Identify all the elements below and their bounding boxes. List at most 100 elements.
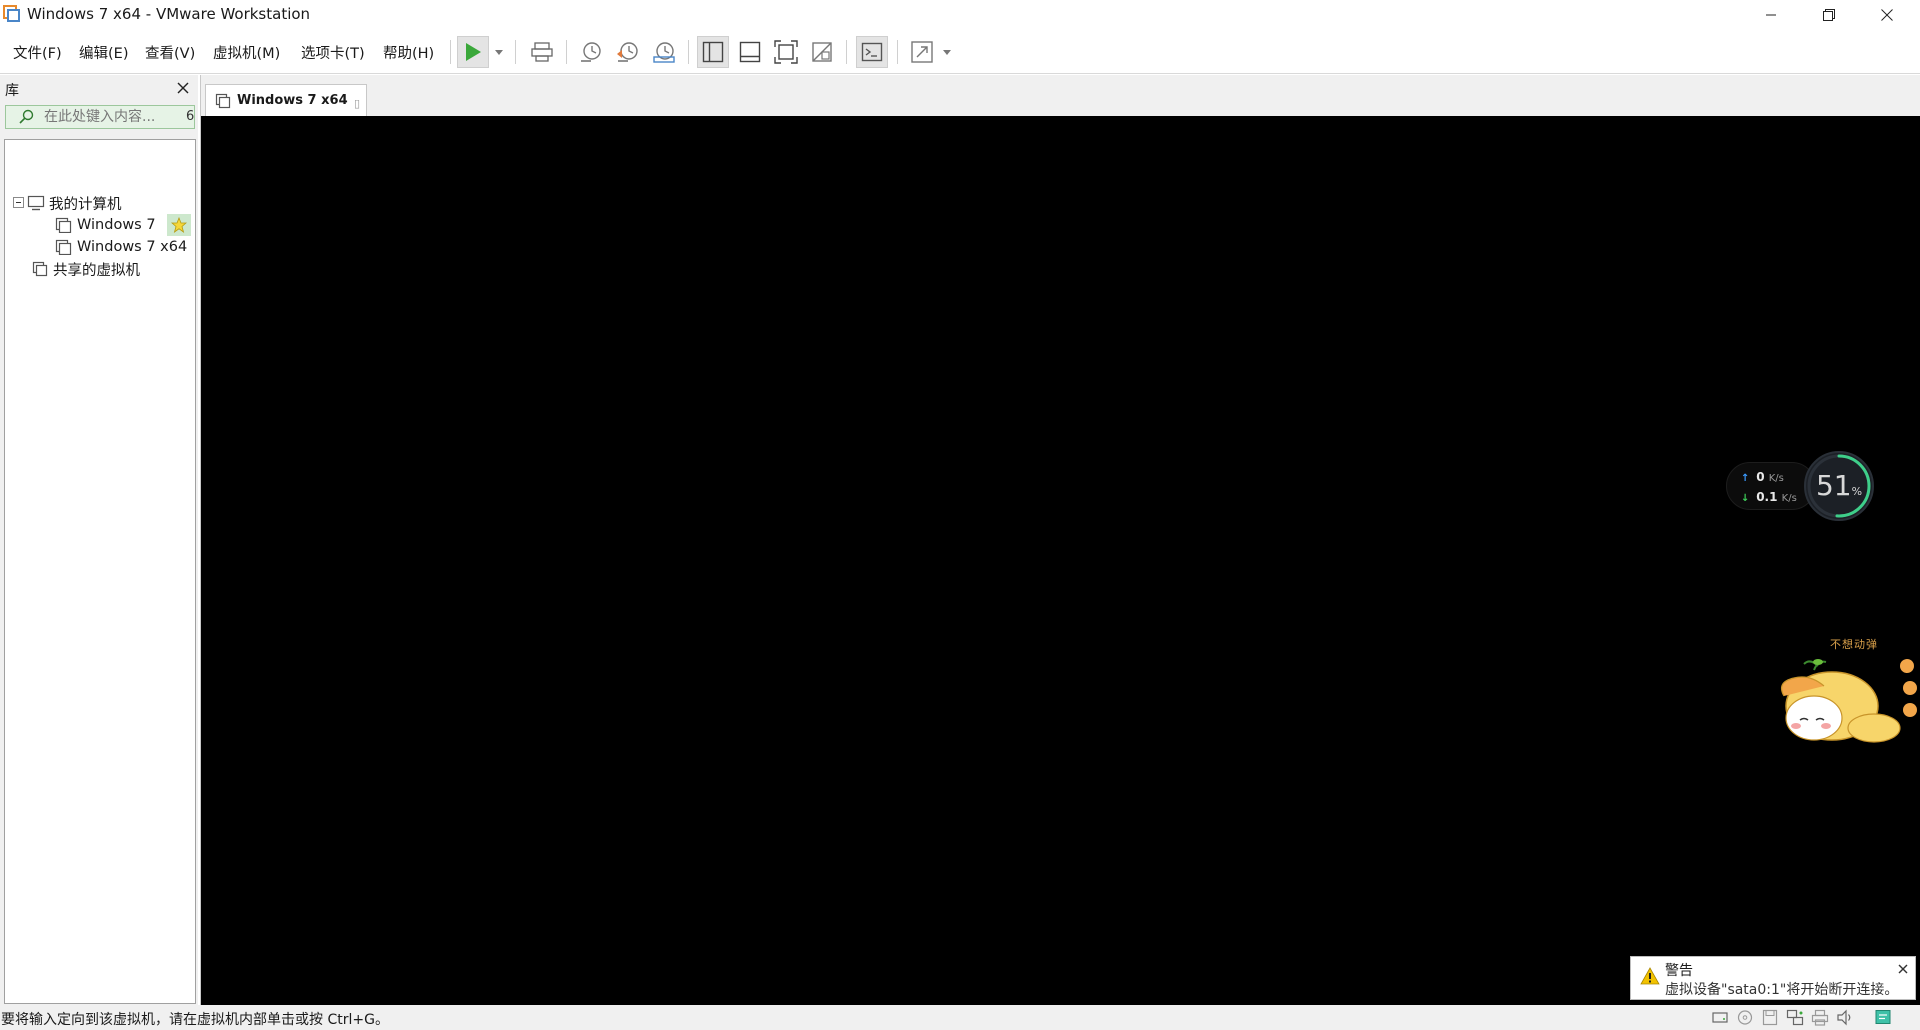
tab-windows-7-x64[interactable]: Windows 7 x64 ▯ (205, 84, 367, 116)
network-icon[interactable] (1786, 1009, 1804, 1026)
vmware-logo-icon (3, 5, 20, 22)
warning-message: 虚拟设备"sata0:1"将开始断开连接。 (1665, 982, 1899, 998)
star-icon (171, 217, 187, 233)
show-library-icon (702, 41, 724, 63)
tree-collapse-toggle[interactable] (13, 197, 24, 208)
close-icon (1881, 9, 1893, 21)
vm-console-screen[interactable] (200, 116, 1920, 1005)
unity-icon (812, 42, 832, 62)
menu-edit[interactable]: 编辑(E) (79, 42, 128, 63)
console-view-button[interactable] (856, 36, 888, 68)
thumbnail-bar-icon (739, 41, 761, 63)
mascot-image (1781, 659, 1917, 743)
library-panel: 库 6 我的计算机 Windows 7 (0, 75, 198, 1006)
tree-item-my-computer[interactable]: 我的计算机 (27, 192, 122, 214)
power-on-button[interactable] (457, 36, 489, 68)
menu-help[interactable]: 帮助(H) (383, 42, 434, 63)
close-icon[interactable] (1896, 962, 1910, 976)
status-message: 要将输入定向到该虚拟机，请在虚拟机内部单击或按 Ctrl+G。 (1, 1012, 389, 1028)
vm-tab-strip: Windows 7 x64 ▯ (200, 75, 1920, 116)
memory-usage-gauge: 51% (1802, 449, 1876, 523)
virtual-machine-icon (215, 93, 231, 109)
warning-title: 警告 (1665, 963, 1693, 979)
download-speed-value: 0.1 (1756, 490, 1778, 504)
toolbar-separator (566, 40, 567, 64)
library-search-input[interactable] (44, 108, 179, 126)
library-header: 库 (0, 75, 198, 101)
title-bar: Windows 7 x64 - VMware Workstation (0, 0, 1920, 30)
virtual-machine-icon (55, 239, 72, 255)
console-view-icon (861, 42, 883, 62)
tree-item-windows-7[interactable]: Windows 7 (55, 214, 156, 236)
show-library-button[interactable] (697, 36, 729, 68)
full-screen-icon (774, 40, 798, 64)
revert-snapshot-button[interactable] (612, 36, 644, 68)
menu-tabs[interactable]: 选项卡(T) (301, 42, 365, 63)
toolbar-separator (515, 40, 516, 64)
toolbar-separator (846, 40, 847, 64)
minimize-icon (1766, 14, 1776, 16)
menu-file[interactable]: 文件(F) (13, 42, 62, 63)
library-title: 库 (5, 83, 19, 99)
printer-icon[interactable] (1811, 1009, 1829, 1026)
tab-label: Windows 7 x64 (237, 93, 348, 108)
tree-item-windows-7-x64[interactable]: Windows 7 x64 (55, 236, 187, 258)
message-log-icon[interactable] (1874, 1009, 1892, 1026)
favorite-badge[interactable] (167, 214, 191, 236)
download-speed: ↓ 0.1 K/s (1741, 490, 1797, 504)
shared-vm-icon (32, 261, 48, 277)
snapshot-manager-button[interactable] (648, 36, 680, 68)
upload-speed-unit: K/s (1768, 473, 1784, 484)
take-snapshot-button[interactable] (575, 36, 607, 68)
stretch-guest-button[interactable] (906, 36, 938, 68)
sound-icon[interactable] (1836, 1009, 1854, 1026)
desktop-pet-mascot[interactable]: 不想动弹 (1774, 636, 1920, 752)
stretch-guest-icon (911, 41, 933, 63)
tab-close-button[interactable]: ▯ (354, 97, 360, 110)
tree-label-shared-vms: 共享的虚拟机 (53, 262, 140, 279)
search-dropdown[interactable]: 6 (186, 109, 194, 124)
close-library-icon[interactable] (176, 81, 190, 95)
send-ctrl-alt-del-button[interactable] (526, 36, 558, 68)
search-icon (19, 109, 34, 124)
tree-item-shared-vms[interactable]: 共享的虚拟机 (32, 258, 140, 280)
upload-arrow-icon: ↑ (1741, 473, 1750, 484)
menu-toolbar: 文件(F) 编辑(E) 查看(V) 虚拟机(M) 选项卡(T) 帮助(H) (0, 30, 1920, 74)
stretch-dropdown-arrow[interactable] (943, 50, 951, 55)
tree-label-my-computer: 我的计算机 (49, 196, 122, 213)
warning-icon (1640, 967, 1660, 985)
library-search-box: 6 (5, 105, 195, 129)
gauge-readout: 51% (1802, 469, 1876, 502)
toolbar-separator (688, 40, 689, 64)
restore-icon (1823, 9, 1835, 21)
power-dropdown-arrow[interactable] (495, 50, 503, 55)
unity-button[interactable] (806, 36, 838, 68)
gauge-value: 51 (1815, 469, 1852, 502)
window-title: Windows 7 x64 - VMware Workstation (27, 5, 311, 23)
send-ctrl-alt-del-icon (531, 42, 553, 62)
full-screen-button[interactable] (770, 36, 802, 68)
floppy-icon[interactable] (1761, 1009, 1779, 1026)
upload-speed: ↑ 0 K/s (1741, 470, 1784, 484)
hard-disk-icon[interactable] (1711, 1009, 1729, 1026)
play-icon (466, 43, 481, 61)
library-tree: 我的计算机 Windows 7 Windows 7 x64 共享的虚拟机 (4, 139, 196, 1004)
restore-button[interactable] (1800, 0, 1858, 30)
mascot-caption: 不想动弹 (1830, 638, 1878, 651)
thumbnail-bar-button[interactable] (734, 36, 766, 68)
tree-label-windows-7-x64: Windows 7 x64 (77, 239, 188, 255)
warning-notification: 警告 虚拟设备"sata0:1"将开始断开连接。 (1630, 956, 1916, 1000)
revert-snapshot-icon (617, 42, 638, 62)
take-snapshot-icon (581, 42, 601, 62)
close-button[interactable] (1858, 0, 1916, 30)
upload-speed-value: 0 (1756, 470, 1765, 484)
toolbar-separator (450, 40, 451, 64)
gauge-unit: % (1851, 485, 1863, 498)
cd-dvd-icon[interactable] (1736, 1009, 1754, 1026)
menu-vm[interactable]: 虚拟机(M) (213, 42, 280, 63)
menu-view[interactable]: 查看(V) (145, 42, 195, 63)
status-bar: 要将输入定向到该虚拟机，请在虚拟机内部单击或按 Ctrl+G。 (0, 1005, 1920, 1030)
tree-label-windows-7: Windows 7 (77, 217, 156, 233)
network-speed-widget[interactable]: ↑ 0 K/s ↓ 0.1 K/s 51% (1726, 449, 1876, 523)
minimize-button[interactable] (1742, 0, 1800, 30)
